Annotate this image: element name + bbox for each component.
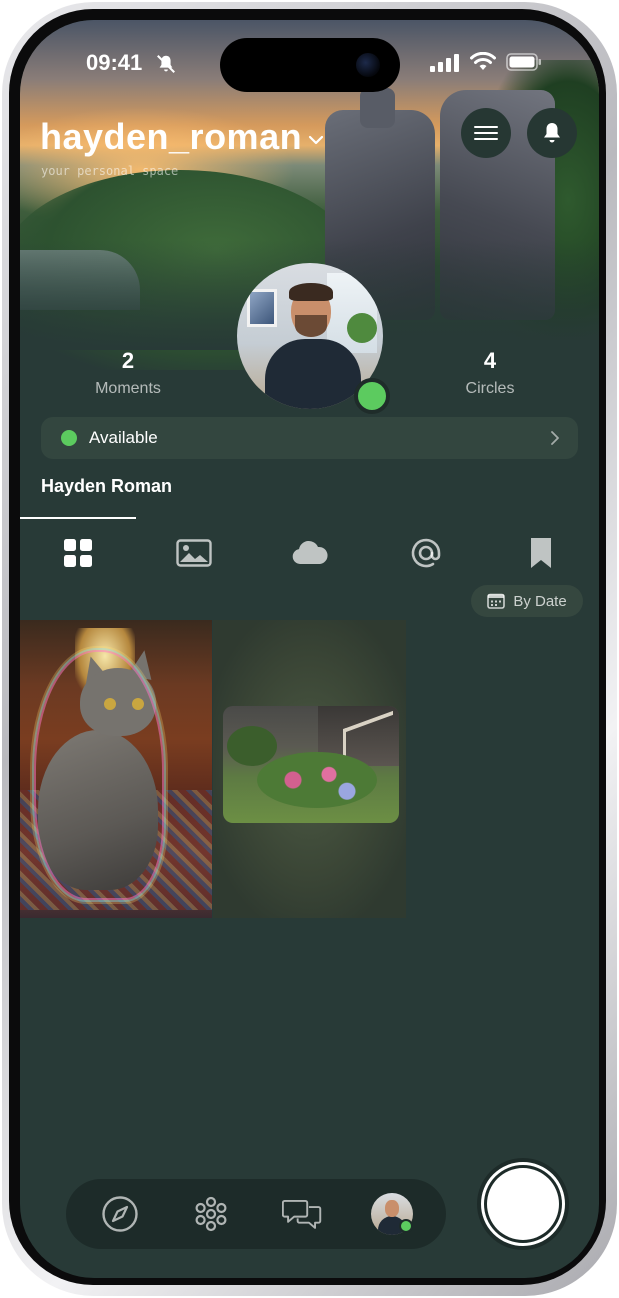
content-tabs xyxy=(20,525,599,581)
tab-mentions[interactable] xyxy=(406,533,446,573)
nav-explore[interactable] xyxy=(100,1194,140,1234)
username-switcher[interactable]: hayden_roman xyxy=(40,116,324,158)
sort-label: By Date xyxy=(513,592,567,610)
sort-by-date-button[interactable]: By Date xyxy=(471,585,583,617)
notifications-button[interactable] xyxy=(527,108,577,158)
chevron-down-icon xyxy=(308,135,324,145)
at-icon xyxy=(411,538,441,568)
tab-grid[interactable] xyxy=(58,533,98,573)
tab-cloud[interactable] xyxy=(290,533,330,573)
bottom-nav xyxy=(66,1179,446,1249)
username: hayden_roman xyxy=(40,116,303,157)
compass-icon xyxy=(102,1196,138,1232)
capture-button[interactable] xyxy=(477,1158,569,1250)
bell-off-icon xyxy=(157,55,175,73)
nav-presence-indicator xyxy=(399,1219,413,1233)
grid-icon xyxy=(64,539,92,567)
circles-count: 4 xyxy=(483,348,497,373)
moments-label: Moments xyxy=(95,380,161,397)
active-tab-underline xyxy=(20,517,136,519)
screen: 09:41 hayden_roman your personal space 2… xyxy=(20,20,599,1278)
moments-count: 2 xyxy=(121,348,135,373)
moment-thumbnail[interactable] xyxy=(20,620,212,918)
availability-row[interactable]: Available xyxy=(41,417,578,459)
status-dot xyxy=(61,430,77,446)
cloud-icon xyxy=(292,540,328,564)
circles-label: Circles xyxy=(465,380,515,397)
presence-indicator xyxy=(354,378,390,414)
bell-icon xyxy=(544,123,560,143)
signal-icon xyxy=(430,54,459,72)
tagline: your personal space xyxy=(41,164,179,178)
display-name: Hayden Roman xyxy=(41,476,173,496)
bookmark-icon xyxy=(531,538,551,568)
menu-icon xyxy=(474,126,498,140)
menu-button[interactable] xyxy=(461,108,511,158)
chevron-right-icon xyxy=(551,431,559,445)
wifi-icon xyxy=(470,52,496,70)
battery-icon xyxy=(506,53,541,71)
chat-icon xyxy=(282,1200,322,1229)
nav-circles[interactable] xyxy=(191,1194,231,1234)
calendar-icon xyxy=(487,593,506,609)
status-label: Available xyxy=(89,428,158,447)
tab-saved[interactable] xyxy=(521,533,561,573)
image-icon xyxy=(176,539,212,567)
nav-messages[interactable] xyxy=(282,1194,322,1234)
circles-stat[interactable]: 4 Circles xyxy=(415,348,565,398)
dynamic-island xyxy=(220,38,400,92)
flower-icon xyxy=(195,1196,227,1232)
moment-thumbnail[interactable] xyxy=(213,620,406,918)
status-time: 09:41 xyxy=(86,50,143,75)
moments-stat[interactable]: 2 Moments xyxy=(53,348,203,398)
tab-photos[interactable] xyxy=(174,533,214,573)
